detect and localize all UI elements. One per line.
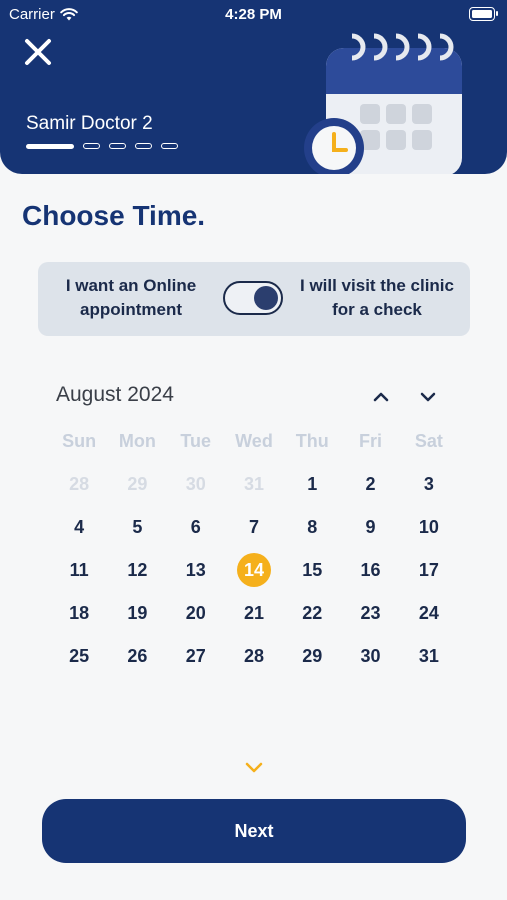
calendar-day[interactable]: 19	[108, 592, 166, 635]
calendar-day[interactable]: 15	[283, 549, 341, 592]
calendar-day[interactable]: 29	[283, 635, 341, 678]
chevron-up-icon[interactable]	[370, 386, 392, 408]
progress-step	[83, 143, 100, 149]
calendar-day-outside: 29	[127, 474, 148, 494]
calendar-day[interactable]: 11	[50, 549, 108, 592]
calendar-day[interactable]: 20	[167, 592, 225, 635]
calendar-day[interactable]: 23	[341, 592, 399, 635]
calendar-day[interactable]: 10	[400, 506, 458, 549]
status-bar: Carrier 4:28 PM	[0, 0, 507, 28]
step-progress	[26, 143, 178, 149]
header-banner: Carrier 4:28 PM Samir Doctor 2	[0, 0, 507, 174]
calendar-day-outside: 31	[243, 474, 264, 494]
calendar-week: 4 5 6 7 8 9 10	[50, 506, 458, 549]
progress-step	[109, 143, 126, 149]
calendar-day[interactable]: 2	[341, 463, 399, 506]
weekday-label: Wed	[235, 431, 273, 451]
calendar-day[interactable]: 28	[225, 635, 283, 678]
appointment-type-switch[interactable]	[223, 281, 283, 315]
weekday-label: Sun	[62, 431, 97, 451]
progress-step-active	[26, 143, 74, 149]
chevron-down-icon[interactable]	[417, 386, 439, 408]
calendar-grid: Sun Mon Tue Wed Thu Fri Sat 28 29 30 31 …	[50, 420, 458, 678]
doctor-name: Samir Doctor 2	[26, 113, 153, 134]
calendar-day[interactable]: 31	[400, 635, 458, 678]
switch-knob	[254, 286, 278, 310]
calendar-week: 25 26 27 28 29 30 31	[50, 635, 458, 678]
calendar-week: 11 12 13 14 15 16 17	[50, 549, 458, 592]
calendar-day[interactable]: 30	[341, 635, 399, 678]
calendar-day[interactable]: 18	[50, 592, 108, 635]
selected-day-number: 14	[236, 553, 271, 587]
battery-icon	[469, 7, 498, 21]
weekday-label: Thu	[295, 431, 329, 451]
calendar-day[interactable]: 1	[283, 463, 341, 506]
weekday-label: Sat	[414, 431, 443, 451]
weekday-label: Mon	[118, 431, 156, 451]
progress-step	[161, 143, 178, 149]
calendar-day[interactable]: 5	[108, 506, 166, 549]
expand-chevron-icon[interactable]	[244, 760, 264, 776]
calendar-day[interactable]: 21	[225, 592, 283, 635]
calendar-day[interactable]: 25	[50, 635, 108, 678]
calendar-week: 18 19 20 21 22 23 24	[50, 592, 458, 635]
calendar-day[interactable]: 8	[283, 506, 341, 549]
weekday-label: Tue	[180, 431, 212, 451]
calendar-clock-illustration	[304, 33, 462, 174]
calendar-day[interactable]: 6	[167, 506, 225, 549]
online-option-label: I want an Online appointment	[65, 276, 197, 319]
calendar-day[interactable]: 7	[225, 506, 283, 549]
weekday-header: Sun Mon Tue Wed Thu Fri Sat	[50, 420, 458, 463]
calendar-day[interactable]: 17	[400, 549, 458, 592]
calendar-day[interactable]: 4	[50, 506, 108, 549]
calendar-day[interactable]: 12	[108, 549, 166, 592]
calendar-day[interactable]: 9	[341, 506, 399, 549]
appointment-type-toggle: I want an Online appointment I will visi…	[38, 262, 470, 336]
calendar-day[interactable]: 3	[400, 463, 458, 506]
progress-step	[135, 143, 152, 149]
calendar-day-outside: 30	[185, 474, 206, 494]
next-button[interactable]: Next	[42, 799, 466, 863]
calendar-day[interactable]: 13	[167, 549, 225, 592]
calendar-day[interactable]: 22	[283, 592, 341, 635]
weekday-label: Fri	[359, 431, 383, 451]
month-label: August 2024	[56, 383, 174, 406]
calendar-day-selected[interactable]: 14	[225, 549, 283, 592]
page-title: Choose Time.	[22, 200, 206, 231]
visit-option-label: I will visit the clinic for a check	[300, 276, 454, 319]
status-time: 4:28 PM	[225, 6, 282, 23]
calendar-day[interactable]: 16	[341, 549, 399, 592]
calendar-day-outside: 28	[69, 474, 90, 494]
calendar-day[interactable]: 27	[167, 635, 225, 678]
calendar-day[interactable]: 24	[400, 592, 458, 635]
calendar-day[interactable]: 26	[108, 635, 166, 678]
calendar-week: 28 29 30 31 1 2 3	[50, 463, 458, 506]
close-icon[interactable]	[22, 36, 54, 68]
